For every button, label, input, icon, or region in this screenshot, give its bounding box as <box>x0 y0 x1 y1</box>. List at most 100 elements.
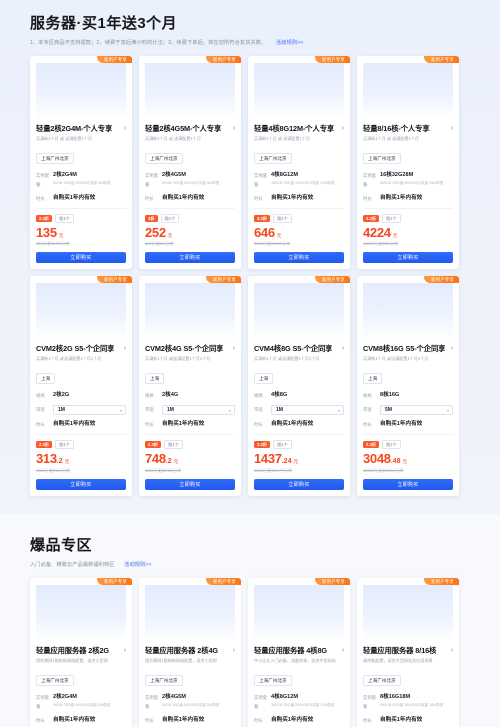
chevron-right-icon[interactable]: › <box>124 344 126 354</box>
product-card[interactable]: 新用户专享 轻量8/16核-个人专享 › 买满新1个月 或 送满配置1个月 上海… <box>357 56 459 269</box>
bandwidth-label: 带宽 <box>363 407 372 412</box>
region-chip[interactable]: 上海广州北京 <box>254 675 292 686</box>
buy-now-button[interactable]: 立即购买 <box>363 252 453 263</box>
buy-now-button[interactable]: 立即购买 <box>363 479 453 490</box>
product-card[interactable]: 新用户专享 轻量应用服务器 2核2G › 用作建网1限制新网络配置，适合小型网 … <box>30 578 132 727</box>
card-title-row[interactable]: 轻量2核4G5M-个人专享 › <box>145 124 235 134</box>
card-title-row[interactable]: 轻量应用服务器 2核4G › <box>145 646 235 656</box>
region-chip[interactable]: 上海广州北京 <box>254 153 292 164</box>
spec-label: 实例套餐 <box>145 173 159 187</box>
card-title-row[interactable]: CVM8核16G S5-个企同享 › <box>363 344 453 354</box>
product-title: 轻量4核8G12M-个人专享 <box>254 124 335 133</box>
duration-label: 时长 <box>145 422 154 427</box>
product-title: 轻量2核4G5M-个人专享 <box>145 124 222 133</box>
section-rules-link[interactable]: 活动规则>> <box>276 40 303 46</box>
chevron-right-icon[interactable]: › <box>451 124 453 134</box>
card-header-gradient <box>363 283 453 339</box>
chevron-right-icon[interactable]: › <box>342 124 344 134</box>
product-card[interactable]: 新用户专享 CVM2核2G S5-个企同享 › 买满新1个月 或送满配置1个月1… <box>30 276 132 496</box>
original-price: 1360元 起26.1元/月 <box>36 468 126 474</box>
spec-value: 4核8G12M <box>271 172 299 178</box>
spec-rows: 实例套餐 2核4G5M 60GB SSD盘 500GB月流量 5M带宽 时长 自… <box>145 171 235 203</box>
region-chip[interactable]: 上海广州北京 <box>145 675 183 686</box>
chevron-right-icon[interactable]: › <box>342 344 344 354</box>
bandwidth-select[interactable]: 1M ▾ <box>162 405 235 415</box>
spec-label: 规格 <box>363 393 372 398</box>
chevron-right-icon[interactable]: › <box>342 646 344 656</box>
chevron-right-icon[interactable]: › <box>451 344 453 354</box>
product-card[interactable]: 新用户专享 轻量应用服务器 8/16核 › 高性能配置，适合大型网站及应用场景 … <box>357 578 459 727</box>
region-chip[interactable]: 上海广州北京 <box>363 675 401 686</box>
card-header-gradient <box>36 63 126 119</box>
product-card[interactable]: 新用户专享 CVM4核8G S5-个企同享 › 买满新1个月 或送满配置1个月1… <box>248 276 350 496</box>
region-chip[interactable]: 上海广州北京 <box>36 153 74 164</box>
buy-now-button[interactable]: 立即购买 <box>254 252 344 263</box>
bandwidth-select[interactable]: 5M ▾ <box>380 405 453 415</box>
region-chip[interactable]: 上海 <box>145 373 165 384</box>
card-header-gradient <box>145 585 235 641</box>
spec-label: 实例套餐 <box>145 695 159 709</box>
region-chip[interactable]: 上海 <box>363 373 383 384</box>
duration-value: 自购买1年内有效 <box>53 421 96 427</box>
section-rules-link[interactable]: 活动规则>> <box>124 562 151 568</box>
buy-now-button[interactable]: 立即购买 <box>145 479 235 490</box>
product-card[interactable]: 新用户专享 轻量应用服务器 2核4G › 提升建网1限制新网络配置，适合小型网 … <box>139 578 241 727</box>
product-card[interactable]: 新用户专享 CVM8核16G S5-个企同享 › 买满新1个月 或送满配置1个月… <box>357 276 459 496</box>
chevron-right-icon[interactable]: › <box>233 344 235 354</box>
chevron-right-icon[interactable]: › <box>451 646 453 656</box>
bandwidth-select[interactable]: 1M ▾ <box>53 405 126 415</box>
chevron-right-icon[interactable]: › <box>233 646 235 656</box>
card-title-row[interactable]: CVM2核2G S5-个企同享 › <box>36 344 126 354</box>
card-divider <box>145 208 235 209</box>
region-row: 上海广州北京 <box>145 669 235 687</box>
original-price: 840元 起21元/月 <box>145 241 235 247</box>
product-card[interactable]: 新用户专享 轻量应用服务器 4核8G › 中小企业入门必备，流量充裕，适合中型网… <box>248 578 350 727</box>
region-row: 上海 <box>254 367 344 385</box>
price-block: 748.2 元 <box>145 452 235 467</box>
spec-value: 16核32G28M <box>380 172 414 178</box>
spec-value-wrap: 2核4G5M 60GB SSD盘 500GB月流量 5M带宽 <box>162 693 235 708</box>
buy-now-button[interactable]: 立即购买 <box>254 479 344 490</box>
chevron-right-icon[interactable]: › <box>124 124 126 134</box>
original-price-text: 840元 起21元/月 <box>145 241 174 246</box>
product-card[interactable]: 新用户专享 CVM2核4G S5-个企同享 › 买满新1个月 或送满配置1个月1… <box>139 276 241 496</box>
buy-now-button[interactable]: 立即购买 <box>36 479 126 490</box>
original-price-text: 3260元 起62.35元/月 <box>145 468 182 473</box>
card-title-row[interactable]: 轻量2核2G4M-个人专享 › <box>36 124 126 134</box>
spec-rows: 实例套餐 2核2G4M 50GB SSD盘 300GB月流量 4M带宽 时长 自… <box>36 171 126 203</box>
card-title-row[interactable]: 轻量8/16核-个人专享 › <box>363 124 453 134</box>
spec-row: 实例套餐 2核2G4M 50GB SSD盘 300GB月流量 4M带宽 <box>36 171 126 189</box>
new-user-ribbon: 新用户专享 <box>206 276 241 283</box>
card-title-row[interactable]: 轻量应用服务器 8/16核 › <box>363 646 453 656</box>
card-title-row[interactable]: 轻量应用服务器 4核8G › <box>254 646 344 656</box>
card-title-row[interactable]: CVM4核8G S5-个企同享 › <box>254 344 344 354</box>
spec-label: 实例套餐 <box>363 173 377 187</box>
limit-badge: 限1个 <box>55 440 74 449</box>
region-chip[interactable]: 上海 <box>254 373 274 384</box>
buy-now-button[interactable]: 立即购买 <box>36 252 126 263</box>
region-chip[interactable]: 上海广州北京 <box>145 153 183 164</box>
chevron-right-icon[interactable]: › <box>124 646 126 656</box>
chevron-right-icon[interactable]: › <box>233 124 235 134</box>
product-card[interactable]: 新用户专享 轻量2核4G5M-个人专享 › 买满新1个月 或 送满配置1个月 上… <box>139 56 241 269</box>
spec-row: 实例套餐 4核8G12M 180GB SSD盘 2000GB月流量 12M带宽 <box>254 171 344 189</box>
region-chip[interactable]: 上海广州北京 <box>363 153 401 164</box>
product-card[interactable]: 新用户专享 轻量4核8G12M-个人专享 › 买满新1个月 或 送满配置1个月 … <box>248 56 350 269</box>
card-title-row[interactable]: CVM2核4G S5-个企同享 › <box>145 344 235 354</box>
spec-rows: 规格 2核2G 带宽 1M ▾ 时长 自购买1年内有效 <box>36 391 126 429</box>
price-value: 646 <box>254 225 275 240</box>
tag-list: 2.3折 限1个 <box>145 440 235 449</box>
card-divider <box>363 208 453 209</box>
spec-note: 50GB SSD盘 300GB月流量 4M带宽 <box>53 181 111 185</box>
card-title-row[interactable]: 轻量应用服务器 2核2G › <box>36 646 126 656</box>
region-chip[interactable]: 上海 <box>36 373 56 384</box>
card-title-row[interactable]: 轻量4核8G12M-个人专享 › <box>254 124 344 134</box>
spec-label: 实例套餐 <box>254 173 268 187</box>
region-chip[interactable]: 上海广州北京 <box>36 675 74 686</box>
discount-badge: 2.3折 <box>145 441 162 448</box>
buy-now-button[interactable]: 立即购买 <box>145 252 235 263</box>
spec-rows: 规格 4核8G 带宽 1M ▾ 时长 自购买1年内有效 <box>254 391 344 429</box>
bandwidth-select[interactable]: 1M ▾ <box>271 405 344 415</box>
product-card[interactable]: 新用户专享 轻量2核2G4M-个人专享 › 买满新1个月 或 送满配置1个月 上… <box>30 56 132 269</box>
duration-value: 自购买1年内有效 <box>162 195 205 201</box>
